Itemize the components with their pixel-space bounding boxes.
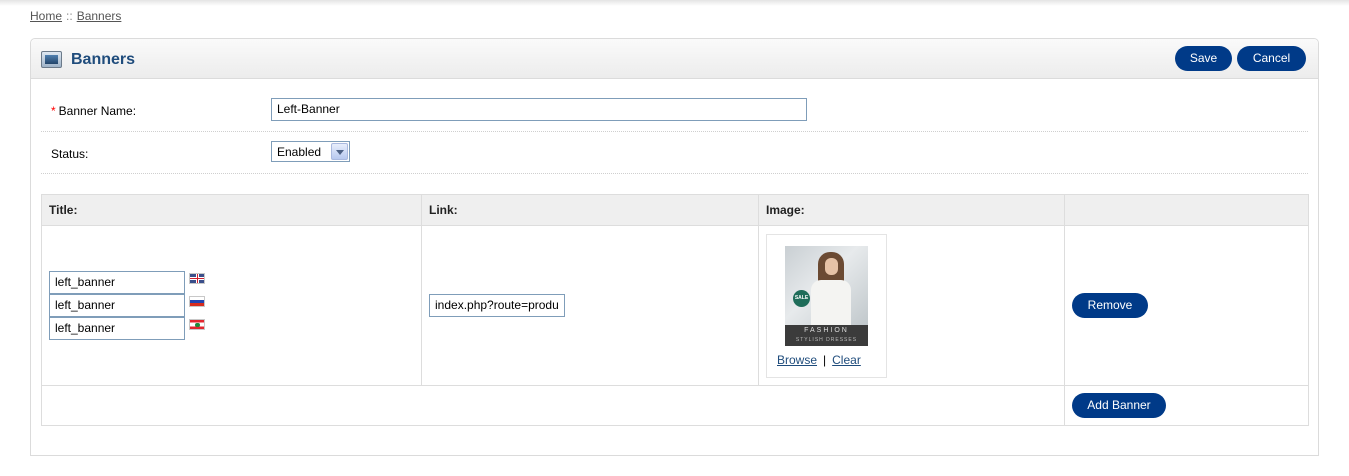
save-button[interactable]: Save (1175, 46, 1232, 71)
column-header-title: Title: (41, 194, 422, 226)
title-line-en: left_banner (49, 271, 205, 294)
banner-monitor-icon (41, 51, 62, 68)
link-cell: index.php?route=produ (421, 225, 759, 386)
title-input-ru[interactable]: left_banner (49, 294, 185, 317)
breadcrumb-separator: :: (66, 9, 73, 23)
thumbnail-caption-dresses: STYLISH DRESSES (795, 336, 858, 343)
add-row-spacer (41, 385, 1065, 426)
cancel-button[interactable]: Cancel (1237, 46, 1306, 71)
breadcrumb: Home:: Banners (30, 9, 121, 23)
status-row: Status: Enabled (41, 132, 1308, 174)
banner-name-label: * Banner Name: (51, 104, 136, 118)
add-banner-button[interactable]: Add Banner (1072, 393, 1166, 418)
chevron-down-icon[interactable] (331, 143, 348, 160)
actions-cell: Remove (1064, 225, 1309, 386)
status-label: Status: (51, 147, 89, 161)
column-header-image: Image: (758, 194, 1065, 226)
browse-link[interactable]: Browse (777, 353, 817, 367)
status-select[interactable]: Enabled (271, 141, 350, 162)
page-title: Banners (71, 51, 136, 68)
uk-flag-icon (189, 273, 205, 284)
thumbnail-caption-fashion: FASHION (804, 326, 849, 334)
table-header-row: Title: Link: Image: (41, 194, 1309, 226)
link-input[interactable]: index.php?route=produ (429, 294, 565, 317)
table-row: left_banner left_banner left_banner inde… (41, 225, 1309, 386)
clear-link[interactable]: Clear (832, 353, 861, 367)
add-row: Add Banner (41, 385, 1309, 426)
russia-flag-icon (189, 296, 205, 307)
title-line-lb: left_banner (49, 317, 205, 340)
banner-name-label-text: Banner Name: (58, 104, 137, 118)
top-shadow-bar (0, 0, 1349, 6)
banner-thumbnail-image: SALE FASHION STYLISH DRESSES (785, 245, 868, 346)
panel-heading: Banners Save Cancel (31, 39, 1318, 79)
image-cell: SALE FASHION STYLISH DRESSES Browse | Clea… (758, 225, 1065, 386)
image-actions-separator: | (823, 352, 827, 367)
banner-name-input[interactable]: Left-Banner (271, 98, 807, 121)
column-header-link: Link: (421, 194, 759, 226)
banner-images-table: Title: Link: Image: left_banner left_ban… (41, 194, 1309, 426)
breadcrumb-banners-link[interactable]: Banners (77, 9, 122, 23)
thumbnail-caption: FASHION STYLISH DRESSES (785, 324, 868, 346)
title-input-en[interactable]: left_banner (49, 271, 185, 294)
banners-panel: Banners Save Cancel * Banner Name: Left-B… (30, 38, 1319, 456)
add-banner-cell: Add Banner (1064, 385, 1309, 426)
status-select-value: Enabled (277, 145, 322, 159)
title-cell: left_banner left_banner left_banner (41, 225, 422, 386)
lebanon-flag-icon (189, 319, 205, 330)
title-line-ru: left_banner (49, 294, 205, 317)
required-mark: * (51, 104, 56, 118)
image-actions: Browse | Clear (777, 353, 861, 367)
sale-badge: SALE (793, 289, 810, 307)
banner-name-row: * Banner Name: Left-Banner (41, 89, 1308, 132)
image-preview-box: SALE FASHION STYLISH DRESSES Browse | Clea… (766, 233, 887, 378)
column-header-actions (1064, 194, 1309, 226)
breadcrumb-home-link[interactable]: Home (30, 9, 62, 23)
title-input-lb[interactable]: left_banner (49, 317, 185, 340)
remove-button[interactable]: Remove (1072, 293, 1148, 318)
